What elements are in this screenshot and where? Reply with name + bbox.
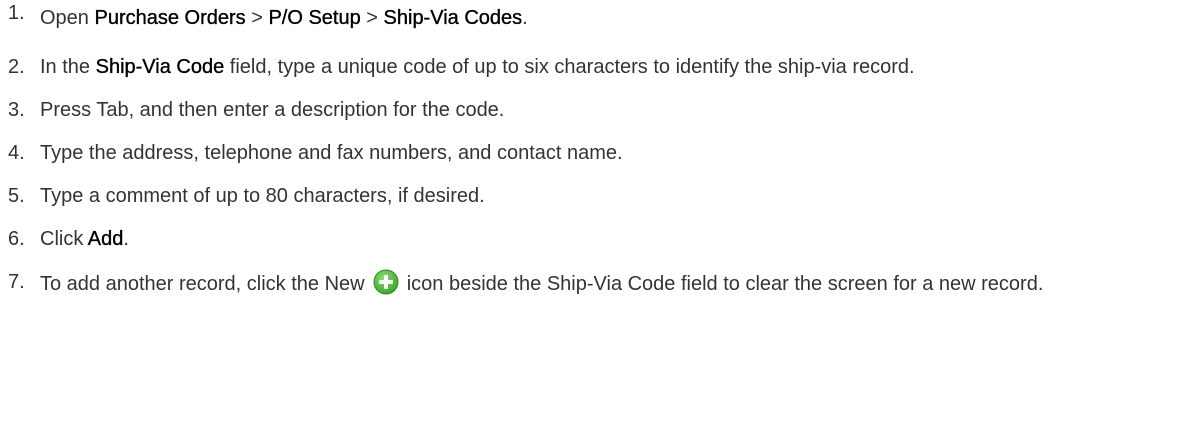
step-text: To add another record, click the New bbox=[40, 273, 371, 295]
step-1: 1. Open Purchase Orders > P/O Setup > Sh… bbox=[0, 0, 1188, 32]
step-4: 4. Type the address, telephone and fax n… bbox=[0, 140, 1188, 167]
step-text: . bbox=[123, 228, 129, 250]
menu-separator: > bbox=[360, 7, 384, 29]
menu-separator: > bbox=[245, 7, 269, 29]
step-text: Type a comment of up to 80 characters, i… bbox=[40, 185, 485, 207]
step-text: Press Tab, and then enter a description … bbox=[40, 99, 505, 121]
step-text: Type the address, telephone and fax numb… bbox=[40, 142, 623, 164]
plus-circle-icon bbox=[373, 269, 399, 295]
step-text: Click bbox=[40, 228, 88, 250]
step-number: 7. bbox=[8, 271, 25, 293]
menu-purchase-orders: Purchase Orders bbox=[94, 7, 246, 29]
field-ship-via-code: Ship-Via Code bbox=[95, 56, 225, 78]
procedure-steps: 1. Open Purchase Orders > P/O Setup > Sh… bbox=[0, 0, 1188, 298]
step-text: Open bbox=[40, 7, 95, 29]
step-number: 5. bbox=[8, 185, 25, 207]
step-number: 6. bbox=[8, 228, 25, 250]
step-number: 1. bbox=[8, 2, 25, 24]
step-text: . bbox=[522, 7, 528, 29]
button-add-label: Add bbox=[87, 228, 124, 250]
step-5: 5. Type a comment of up to 80 characters… bbox=[0, 183, 1188, 210]
step-number: 3. bbox=[8, 99, 25, 121]
step-3: 3. Press Tab, and then enter a descripti… bbox=[0, 97, 1188, 124]
menu-po-setup: P/O Setup bbox=[268, 7, 361, 29]
step-number: 2. bbox=[8, 56, 25, 78]
step-2: 2. In the Ship-Via Code field, type a un… bbox=[0, 54, 1188, 81]
step-text: field, type a unique code of up to six c… bbox=[224, 56, 915, 78]
step-6: 6. Click Add. bbox=[0, 226, 1188, 253]
menu-ship-via-codes: Ship-Via Codes bbox=[383, 7, 523, 29]
step-text: In the bbox=[40, 56, 96, 78]
step-text: icon beside the Ship-Via Code field to c… bbox=[401, 273, 1044, 295]
step-number: 4. bbox=[8, 142, 25, 164]
step-7: 7. To add another record, click the New … bbox=[0, 269, 1188, 298]
